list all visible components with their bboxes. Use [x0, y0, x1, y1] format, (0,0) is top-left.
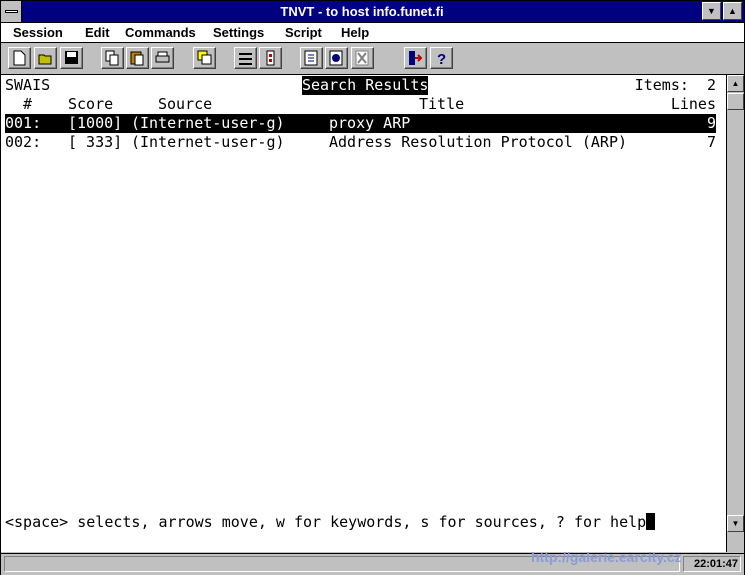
- row-lines: 9: [706, 114, 716, 133]
- row-title: Address Resolution Protocol (ARP): [329, 133, 628, 151]
- settings-icon: [239, 53, 252, 65]
- tnvt-window: TNVT - to host info.funet.fi ▼ ▲ Session…: [0, 0, 745, 575]
- header-lines: Lines: [670, 95, 716, 113]
- menu-script[interactable]: Script: [285, 24, 322, 41]
- header-source: Source: [158, 95, 213, 113]
- menu-edit[interactable]: Edit: [85, 24, 110, 41]
- header-num: #: [23, 95, 33, 113]
- scroll-up-button[interactable]: ▲: [727, 75, 744, 92]
- download-button[interactable]: [325, 47, 348, 69]
- items-count: Items: 2: [634, 76, 716, 94]
- copy-icon: [105, 50, 119, 66]
- capture-button[interactable]: [193, 47, 216, 69]
- vertical-scrollbar[interactable]: ▲ ▼: [727, 75, 744, 552]
- help-button[interactable]: ?: [430, 47, 453, 69]
- prompt-text: <space> selects, arrows move, w for keyw…: [5, 513, 647, 531]
- open-button[interactable]: [34, 47, 57, 69]
- stop-button[interactable]: [351, 47, 374, 69]
- system-menu-icon: [5, 10, 18, 13]
- watermark-text: http://galerie.earcity.cz: [531, 549, 682, 565]
- row-lines: 7: [706, 133, 716, 151]
- print-icon: [155, 51, 170, 63]
- scroll-down-button[interactable]: ▼: [727, 515, 744, 532]
- system-menu-button[interactable]: [1, 1, 22, 22]
- header-score: Score: [68, 95, 114, 113]
- paste-button[interactable]: [126, 47, 149, 69]
- paste-icon: [130, 51, 144, 66]
- status-clock: 22:01:47: [683, 556, 741, 572]
- script-icon: [266, 50, 275, 66]
- stop-icon: [355, 50, 369, 66]
- upload-icon: [304, 50, 318, 66]
- row-score: [1000]: [68, 114, 123, 133]
- download-icon: [329, 50, 343, 66]
- title-bar[interactable]: TNVT - to host info.funet.fi ▼ ▲: [1, 1, 744, 23]
- menu-session[interactable]: Session: [13, 24, 63, 41]
- menu-bar: Session Edit Commands Settings Script He…: [1, 23, 744, 43]
- window-title: TNVT - to host info.funet.fi: [280, 4, 444, 19]
- menu-commands[interactable]: Commands: [125, 24, 196, 41]
- save-icon: [65, 51, 78, 64]
- maximize-button[interactable]: ▲: [723, 2, 742, 20]
- scroll-thumb[interactable]: [727, 93, 744, 110]
- script-button[interactable]: [259, 47, 282, 69]
- minimize-button[interactable]: ▼: [702, 2, 721, 20]
- row-source: (Internet-user-g): [131, 114, 285, 133]
- terminal-screen[interactable]: SWAIS Search Results Items: 2 # Score So…: [1, 75, 727, 552]
- upload-button[interactable]: [300, 47, 323, 69]
- new-button[interactable]: [8, 47, 31, 69]
- row-num: 001:: [5, 114, 42, 133]
- new-icon: [13, 50, 26, 66]
- open-icon: [38, 54, 52, 65]
- save-button[interactable]: [60, 47, 83, 69]
- exit-button[interactable]: [404, 47, 427, 69]
- text-cursor: [646, 513, 656, 530]
- row-source: (Internet-user-g): [131, 133, 285, 151]
- screen-title: Search Results: [302, 76, 429, 95]
- print-button[interactable]: [151, 47, 174, 69]
- exit-icon: [409, 51, 423, 65]
- settings-button[interactable]: [234, 47, 257, 69]
- app-name: SWAIS: [5, 76, 51, 94]
- help-icon: ?: [437, 51, 446, 66]
- toolbar: ?: [1, 43, 744, 75]
- menu-settings[interactable]: Settings: [213, 24, 264, 41]
- row-score: [ 333]: [68, 133, 123, 151]
- capture-icon: [197, 50, 212, 65]
- prompt-line: <space> selects, arrows move, w for keyw…: [5, 513, 656, 532]
- row-num: 002:: [5, 133, 42, 151]
- menu-help[interactable]: Help: [341, 24, 369, 41]
- copy-button[interactable]: [101, 47, 124, 69]
- row-title: proxy ARP: [329, 114, 411, 133]
- svg-text:?: ?: [437, 51, 446, 66]
- header-title: Title: [419, 95, 465, 113]
